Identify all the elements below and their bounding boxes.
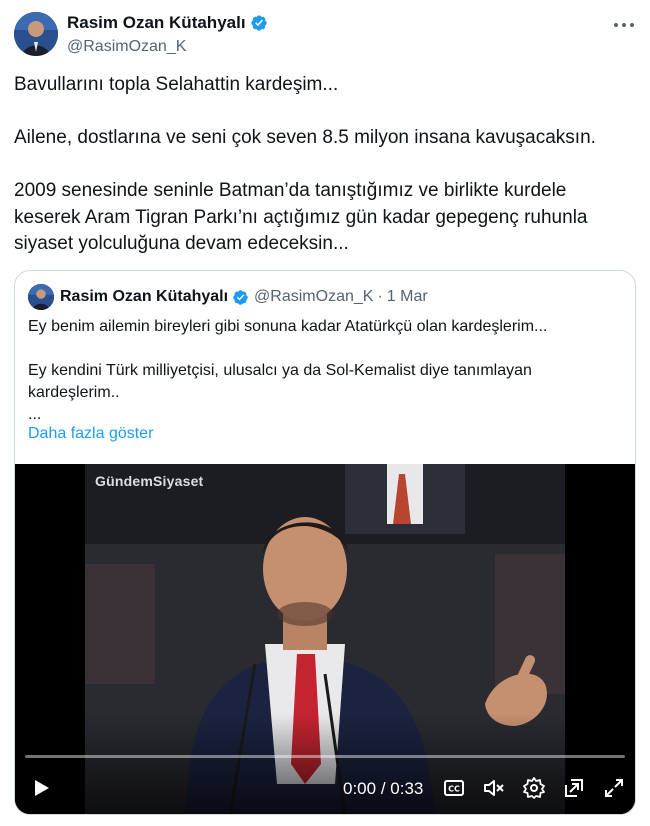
svg-text:CC: CC [448,785,460,794]
quoted-tweet-header: Rasim Ozan Kütahyalı @RasimOzan_K · 1 Ma… [28,284,428,310]
quoted-line: Ey kendini Türk milliyetçisi, ulusalcı y… [28,362,532,379]
tweet-header: Rasim Ozan Kütahyalı @RasimOzan_K [14,12,636,58]
tweet-body: Bavullarını topla Selahattin kardeşim...… [14,72,634,258]
duration: 0:33 [390,779,424,798]
tweet-paragraph: 2009 senesinde seninle Batman’da tanıştı… [14,180,588,254]
current-time: 0:00 [343,779,377,798]
more-options-icon[interactable] [614,20,634,30]
video-frame [15,464,635,814]
tweet-paragraph: Bavullarını topla Selahattin kardeşim... [14,74,339,95]
settings-gear-icon[interactable] [522,776,546,800]
quoted-tweet-body: Ey benim ailemin bireyleri gibi sonuna k… [28,316,624,426]
quoted-tweet-date: 1 Mar [386,288,428,305]
fullscreen-icon[interactable] [602,776,626,800]
show-more-link[interactable]: Daha fazla göster [28,425,153,443]
quoted-author-avatar [28,284,54,310]
captions-icon[interactable]: CC [442,776,466,800]
quoted-author-name: Rasim Ozan Kütahyalı [60,288,229,305]
author-display-name[interactable]: Rasim Ozan Kütahyalı [67,12,246,34]
video-watermark: GündemSiyaset [95,473,204,489]
author-avatar[interactable] [14,12,58,56]
time-separator: / [380,779,386,798]
picture-in-picture-icon[interactable] [562,776,586,800]
author-name-row[interactable]: Rasim Ozan Kütahyalı [67,12,268,34]
quoted-tweet-card[interactable]: Rasim Ozan Kütahyalı @RasimOzan_K · 1 Ma… [14,270,636,815]
quoted-line: ... [28,406,42,423]
video-player[interactable]: GündemSiyaset 0:00 / 0:33 CC [15,464,635,814]
video-time: 0:00 / 0:33 [343,779,423,799]
verified-badge-icon [233,289,248,305]
verified-badge-icon [250,15,267,31]
tweet-paragraph: Ailene, dostlarına ve seni çok seven 8.5… [14,127,596,148]
quoted-author-handle: @RasimOzan_K [254,288,374,305]
video-controls: 0:00 / 0:33 CC [15,766,635,810]
mute-icon[interactable] [482,776,506,800]
quoted-line: kardeşlerim.. [28,384,120,401]
meta-separator: · [377,288,383,305]
quoted-line: Ey benim ailemin bireyleri gibi sonuna k… [28,318,548,335]
video-progress-bar[interactable] [25,755,625,758]
play-icon[interactable] [29,776,53,800]
author-handle[interactable]: @RasimOzan_K [67,36,268,58]
